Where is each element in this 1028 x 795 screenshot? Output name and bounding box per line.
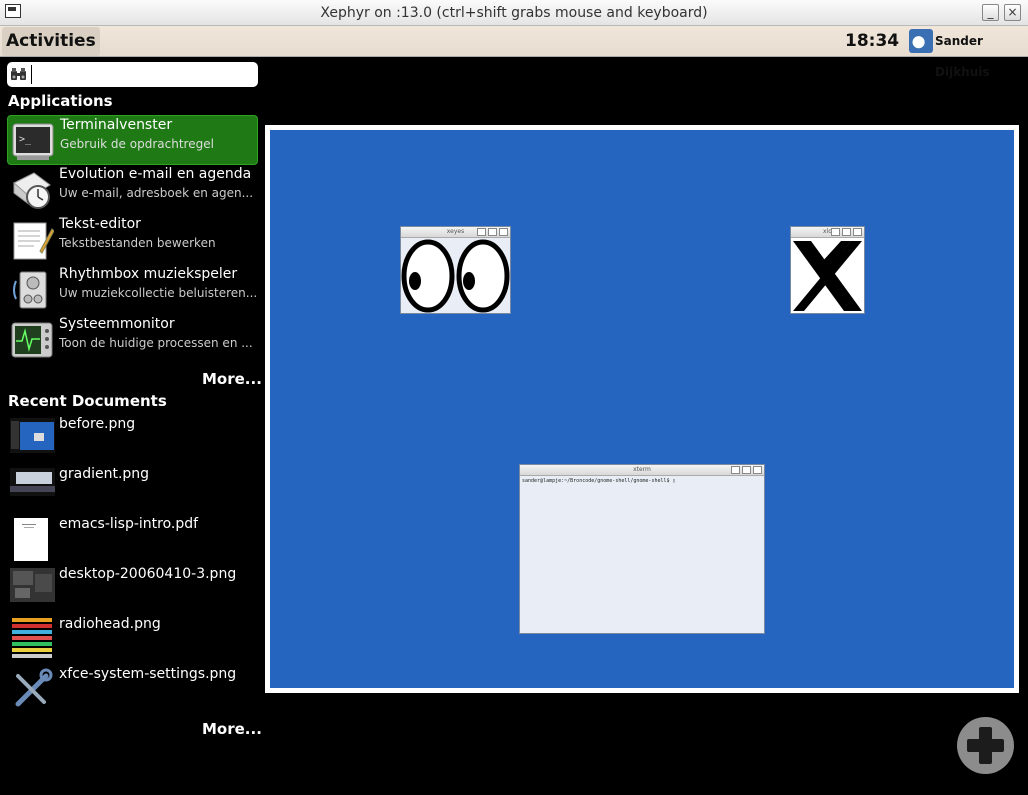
svg-text:>_: >_ (19, 134, 32, 145)
document-name: before.png (59, 416, 136, 432)
overview-sidebar: Applications >_ Terminalvenster Gebruik … (0, 57, 264, 795)
document-item-xfce-settings[interactable]: xfce-system-settings.png (7, 666, 258, 716)
document-item-radiohead[interactable]: radiohead.png (7, 616, 258, 666)
image-thumbnail-icon (10, 568, 55, 602)
search-box[interactable] (7, 62, 258, 87)
user-avatar-icon[interactable] (909, 29, 933, 53)
app-name: Terminalvenster (60, 117, 173, 133)
tools-icon (15, 668, 53, 707)
app-name: Evolution e-mail en agenda (59, 166, 252, 182)
system-monitor-icon (11, 322, 53, 358)
xterm-prompt: sander@lampje:~/Broncode/gnome-shell/gno… (522, 478, 676, 484)
add-workspace-button[interactable] (957, 717, 1014, 774)
rhythmbox-icon (13, 271, 47, 309)
app-description: Uw muziekcollectie beluisteren... (59, 286, 258, 300)
evolution-icon (13, 172, 51, 209)
applications-header: Applications (8, 92, 113, 110)
app-description: Toon de huidige processen en ... (59, 336, 253, 350)
activities-button[interactable]: Activities (2, 27, 100, 56)
terminal-icon: >_ (12, 123, 54, 160)
document-name: gradient.png (59, 466, 150, 482)
x-logo-icon (793, 241, 862, 311)
app-name: Rhythmbox muziekspeler (59, 266, 238, 282)
clock[interactable]: 18:34 (845, 26, 899, 57)
workspace-thumbnail[interactable]: xeyes xlo xterm sander@lampje:~/Broncode… (265, 125, 1019, 693)
text-editor-icon (13, 222, 54, 260)
xeyes-titlebar[interactable]: xeyes (401, 227, 510, 238)
app-item-evolution[interactable]: Evolution e-mail en agenda Uw e-mail, ad… (7, 165, 258, 215)
pdf-thumbnail-icon (14, 518, 48, 561)
app-item-system-monitor[interactable]: Systeemmonitor Toon de huidige processen… (7, 315, 258, 365)
image-thumbnail-icon (10, 616, 55, 661)
eyes-icon (401, 239, 510, 313)
window-title: Xephyr on :13.0 (ctrl+shift grabs mouse … (320, 5, 708, 21)
xlogo-window[interactable]: xlo (790, 226, 865, 314)
recent-documents-header: Recent Documents (8, 392, 167, 410)
document-item-gradient[interactable]: gradient.png (7, 466, 258, 516)
window-titlebar[interactable]: Xephyr on :13.0 (ctrl+shift grabs mouse … (0, 0, 1028, 26)
app-description: Uw e-mail, adresboek en agen... (59, 186, 254, 200)
user-menu[interactable]: Sander Dijkhuis (935, 26, 1028, 88)
top-panel: Activities 18:34 Sander Dijkhuis (0, 26, 1028, 79)
search-input[interactable] (31, 65, 251, 84)
document-name: radiohead.png (59, 616, 161, 632)
app-description: Gebruik de opdrachtregel (60, 137, 214, 151)
minimize-button[interactable]: _ (982, 4, 999, 21)
app-name: Systeemmonitor (59, 316, 175, 332)
xterm-window[interactable]: xterm sander@lampje:~/Broncode/gnome-she… (519, 464, 765, 634)
xterm-titlebar[interactable]: xterm (520, 465, 764, 476)
xterm-title: xterm (633, 466, 651, 473)
document-item-desktop-png[interactable]: desktop-20060410-3.png (7, 566, 258, 616)
close-button[interactable]: × (1004, 4, 1021, 21)
image-thumbnail-icon (10, 418, 55, 453)
binoculars-icon (11, 68, 26, 80)
applications-more-link[interactable]: More... (202, 370, 262, 388)
document-item-emacs-pdf[interactable]: emacs-lisp-intro.pdf (7, 516, 258, 566)
document-name: desktop-20060410-3.png (59, 566, 237, 582)
app-description: Tekstbestanden bewerken (59, 236, 216, 250)
app-item-terminal[interactable]: >_ Terminalvenster Gebruik de opdrachtre… (7, 115, 258, 165)
image-thumbnail-icon (10, 468, 55, 496)
xlogo-titlebar[interactable]: xlo (791, 227, 864, 238)
document-name: emacs-lisp-intro.pdf (59, 516, 199, 532)
app-item-text-editor[interactable]: Tekst-editor Tekstbestanden bewerken (7, 215, 258, 265)
documents-more-link[interactable]: More... (202, 720, 262, 738)
app-item-rhythmbox[interactable]: Rhythmbox muziekspeler Uw muziekcollecti… (7, 265, 258, 315)
app-name: Tekst-editor (59, 216, 141, 232)
document-name: xfce-system-settings.png (59, 666, 237, 682)
xeyes-window[interactable]: xeyes (400, 226, 511, 314)
document-item-before[interactable]: before.png (7, 416, 258, 466)
